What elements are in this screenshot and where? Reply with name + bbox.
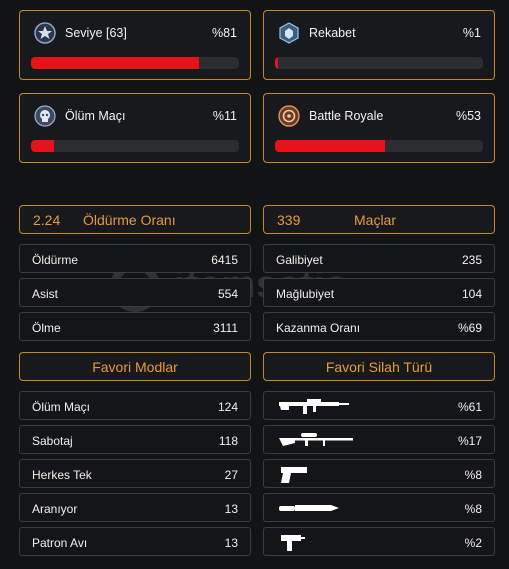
progress-fill	[275, 57, 279, 69]
assault-rifle-icon	[279, 399, 349, 414]
mode-count: 124	[217, 400, 238, 414]
mode-count: 13	[224, 502, 238, 516]
weapon-percent: %17	[457, 434, 482, 448]
rank-badge-icon	[34, 22, 56, 44]
weapon-percent: %8	[464, 502, 482, 516]
favorite-mode-row: Herkes Tek 27	[19, 459, 251, 488]
progress-track	[31, 57, 239, 69]
stat-label: Ölme	[32, 321, 61, 335]
stat-row-win-rate: Kazanma Oranı %69	[263, 312, 495, 341]
favorite-mode-row: Aranıyor 13	[19, 493, 251, 522]
stat-row-losses: Mağlubiyet 104	[263, 278, 495, 307]
weapon-percent: %61	[457, 400, 482, 414]
mode-title: Ölüm Maçı	[65, 109, 126, 123]
kd-label: Öldürme Oranı	[83, 212, 176, 228]
stat-value: %69	[457, 321, 482, 335]
stat-row-deaths: Ölme 3111	[19, 312, 251, 341]
weapon-row-smg: %2	[263, 527, 495, 556]
mode-card-ranked[interactable]: Rekabet %1	[263, 10, 495, 80]
mode-card-battle-royale[interactable]: Battle Royale %53	[263, 93, 495, 163]
deathmatch-emblem-icon	[34, 105, 56, 127]
mode-title: Battle Royale	[309, 109, 384, 123]
stat-value: 3111	[213, 321, 238, 335]
favorite-modes-title: Favori Modlar	[92, 359, 178, 375]
sniper-rifle-icon	[279, 433, 353, 446]
mode-percent: %53	[455, 109, 481, 123]
mode-name: Patron Avı	[32, 536, 88, 550]
favorite-weapons-title: Favori Silah Türü	[325, 359, 433, 375]
stat-value: 554	[217, 287, 238, 301]
mode-card-deathmatch[interactable]: Ölüm Maçı %11	[19, 93, 251, 163]
stat-label: Asist	[32, 287, 59, 301]
weapon-percent: %2	[464, 536, 482, 550]
matches-value: 339	[277, 212, 301, 228]
weapon-percent: %8	[464, 468, 482, 482]
kd-ratio-header: 2.24 Öldürme Oranı	[19, 205, 251, 234]
matches-label: Maçlar	[354, 212, 397, 228]
stat-row-wins: Galibiyet 235	[263, 244, 495, 273]
weapon-row-pistol: %8	[263, 459, 495, 488]
weapon-row-sniper-rifle: %17	[263, 425, 495, 454]
mode-count: 13	[224, 536, 238, 550]
stat-value: 6415	[211, 253, 238, 267]
pistol-icon	[281, 467, 307, 483]
stat-label: Galibiyet	[276, 253, 323, 267]
progress-fill	[31, 140, 54, 152]
progress-fill	[31, 57, 200, 69]
progress-fill	[275, 140, 386, 152]
weapon-row-knife: %8	[263, 493, 495, 522]
weapon-row-assault-rifle: %61	[263, 391, 495, 420]
progress-track	[275, 57, 483, 69]
mode-name: Aranıyor	[32, 502, 78, 516]
mode-title: Seviye [63]	[65, 26, 127, 40]
favorite-mode-row: Ölüm Maçı 124	[19, 391, 251, 420]
stat-label: Kazanma Oranı	[276, 321, 361, 335]
mode-card-level[interactable]: Seviye [63] %81	[19, 10, 251, 80]
mode-name: Sabotaj	[32, 434, 73, 448]
mode-percent: %11	[212, 109, 237, 123]
favorite-mode-row: Sabotaj 118	[19, 425, 251, 454]
mode-percent: %1	[462, 26, 481, 40]
mode-count: 118	[218, 434, 238, 448]
smg-icon	[281, 535, 305, 551]
mode-name: Ölüm Maçı	[32, 400, 91, 414]
mode-name: Herkes Tek	[32, 468, 92, 482]
stat-row-kills: Öldürme 6415	[19, 244, 251, 273]
favorite-mode-row: Patron Avı 13	[19, 527, 251, 556]
mode-percent: %81	[211, 26, 237, 40]
favorite-modes-header: Favori Modlar	[19, 352, 251, 381]
matches-header: 339 Maçlar	[263, 205, 495, 234]
knife-icon	[279, 505, 339, 511]
stat-value: 235	[461, 253, 482, 267]
kd-value: 2.24	[33, 212, 61, 228]
favorite-weapons-header: Favori Silah Türü	[263, 352, 495, 381]
stat-value: 104	[461, 287, 482, 301]
stat-row-assists: Asist 554	[19, 278, 251, 307]
battle-royale-emblem-icon	[278, 105, 300, 127]
mode-title: Rekabet	[309, 26, 356, 40]
ranked-emblem-icon	[279, 22, 299, 44]
stat-label: Öldürme	[32, 253, 79, 267]
mode-count: 27	[224, 468, 238, 482]
stat-label: Mağlubiyet	[276, 287, 335, 301]
progress-track	[275, 140, 483, 152]
progress-track	[31, 140, 239, 152]
